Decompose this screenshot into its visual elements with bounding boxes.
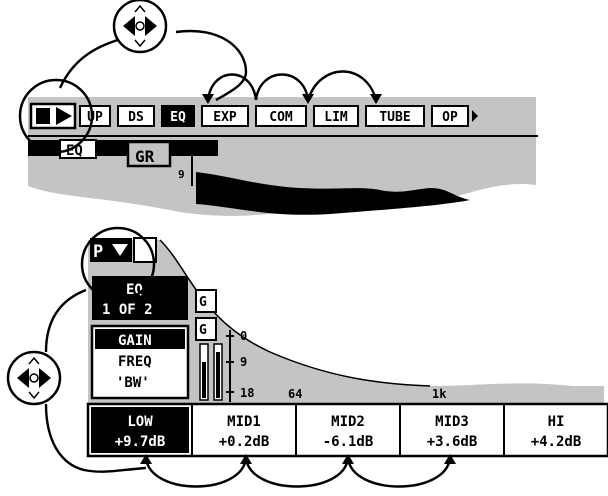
band-name-mid2[interactable]: MID2 — [331, 414, 365, 430]
band-value-mid2: -6.1dB — [323, 434, 374, 450]
tab-lim-label: LIM — [324, 110, 348, 125]
band-value-low: +9.7dB — [115, 434, 166, 450]
toolbar: UP DS EQ EXP COM LIM TUBE OP — [79, 105, 478, 127]
g-box-1-label: G — [199, 295, 207, 310]
tab-com-label: COM — [269, 110, 293, 125]
band-value-mid3: +3.6dB — [427, 434, 478, 450]
tab-ds-label: DS — [128, 110, 144, 125]
freq-mark-1k: 1k — [432, 387, 447, 401]
tab-tube-label: TUBE — [379, 110, 410, 125]
tab-exp-label: EXP — [213, 110, 237, 125]
param-freq[interactable]: FREQ — [118, 354, 152, 370]
band-name-hi[interactable]: HI — [548, 414, 565, 430]
meter-label-9: 9 — [240, 355, 247, 369]
tab-eq-label: EQ — [170, 110, 186, 125]
meter-label-18: 18 — [240, 386, 254, 400]
freq-mark-64: 64 — [288, 387, 302, 401]
tab-up-label: UP — [87, 110, 103, 125]
diagram-canvas: EQ GR 18 9 UP DS EQ EXP COM LIM TUBE OP P EQ 1 … — [6, 0, 608, 488]
meter-label-0: 0 — [240, 329, 247, 343]
band-name-mid1[interactable]: MID1 — [227, 414, 261, 430]
tab-op-label: OP — [442, 110, 458, 125]
band-name-low[interactable]: LOW — [127, 414, 153, 430]
preset-letter: P — [93, 242, 103, 262]
band-value-hi: +4.2dB — [531, 434, 582, 450]
top-scale-9: 9 — [178, 168, 185, 181]
g-box-2-label: G — [199, 323, 207, 338]
top-screen-dark-strip — [28, 140, 218, 156]
gr-label: GR — [135, 147, 155, 166]
top-scale-18: 18 — [176, 144, 189, 157]
band-row: LOW +9.7dB MID1 +0.2dB MID2 -6.1dB MID3 +3.6dB H… — [86, 402, 608, 458]
dpad-icon[interactable] — [112, 0, 168, 54]
eq-page-counter: 1 OF 2 — [102, 302, 153, 318]
band-name-mid3[interactable]: MID3 — [435, 414, 469, 430]
param-bw[interactable]: 'BW' — [116, 375, 150, 391]
band-arrows — [140, 454, 456, 488]
param-gain[interactable]: GAIN — [118, 333, 152, 349]
band-value-mid1: +0.2dB — [219, 434, 270, 450]
dpad-icon[interactable] — [6, 350, 62, 406]
